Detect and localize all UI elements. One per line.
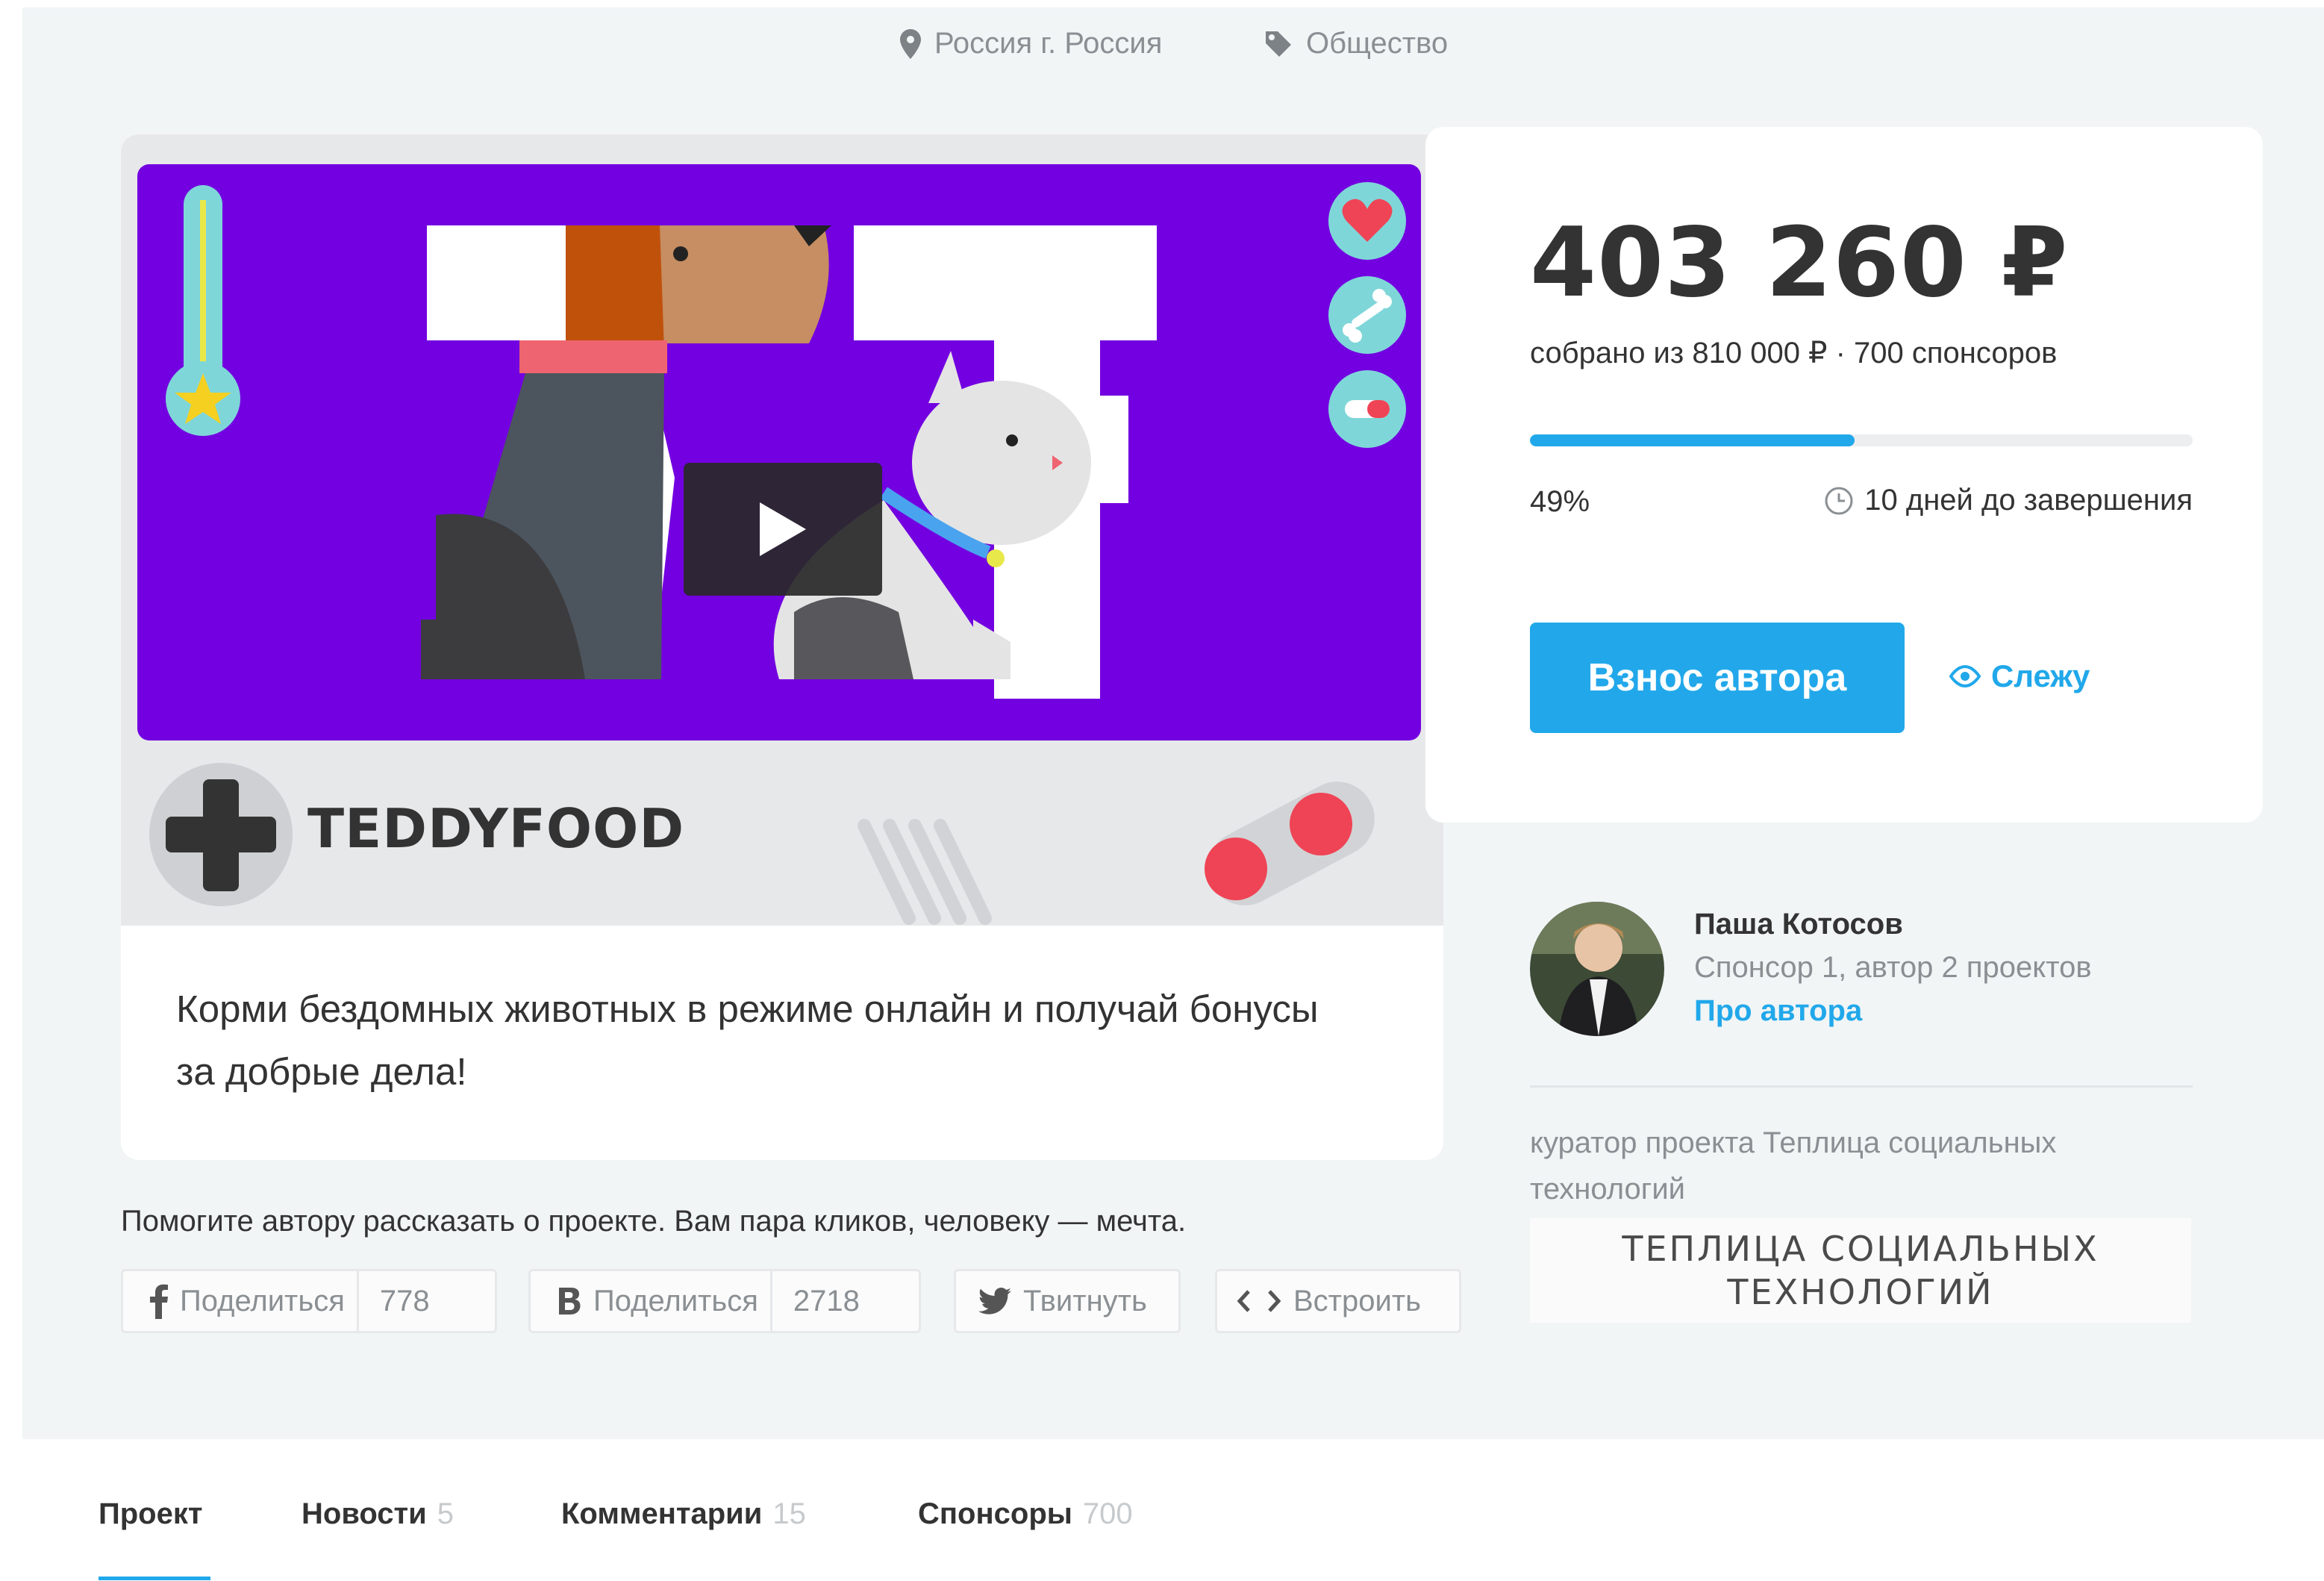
tab-label: Проект	[99, 1497, 203, 1530]
funding-progress-bar	[1530, 434, 2193, 446]
play-icon	[760, 502, 806, 556]
facebook-share-label: Поделиться	[180, 1284, 345, 1318]
play-button[interactable]	[684, 463, 882, 596]
vk-share-label: Поделиться	[593, 1284, 758, 1318]
project-description: Корми бездомных животных в режиме онлайн…	[176, 988, 1319, 1093]
funding-collected: собрано из 810 000 ₽ · 700 спонсоров	[1530, 337, 2058, 369]
vk-share-button[interactable]: Поделиться 2718	[528, 1269, 921, 1333]
project-cover: TEDDYFOOD	[121, 134, 1443, 926]
curator-logo[interactable]: ТЕПЛИЦА СОЦИАЛЬНЫХ ТЕХНОЛОГИЙ	[1530, 1218, 2191, 1323]
tab-news[interactable]: Новости 5	[302, 1497, 454, 1531]
project-header-area: Россия г. Россия Общество TEDDYFOOD Корм…	[22, 7, 2324, 1439]
video-illustration	[166, 182, 1406, 699]
active-tab-indicator	[99, 1577, 210, 1580]
map-pin-icon	[900, 28, 921, 59]
days-left-text: 10 дней до завершения	[1864, 484, 2193, 517]
tab-label: Комментарии	[561, 1497, 763, 1530]
author-meta: Спонсор 1, автор 2 проектов	[1694, 951, 2092, 984]
funding-card: 403 260 ₽ собрано из 810 000 ₽ · 700 спо…	[1425, 127, 2263, 823]
tab-count: 5	[437, 1497, 454, 1530]
vk-share-count: 2718	[769, 1271, 881, 1331]
tab-project[interactable]: Проект	[99, 1497, 202, 1531]
vk-icon	[557, 1286, 581, 1316]
tag-icon	[1266, 31, 1291, 57]
curator-logo-line2: ТЕХНОЛОГИЙ	[1727, 1272, 1994, 1312]
funding-progress-fill	[1530, 434, 1855, 446]
tab-comments[interactable]: Комментарии 15	[561, 1497, 806, 1531]
tab-count: 700	[1082, 1497, 1133, 1530]
about-author-link[interactable]: Про автора	[1694, 994, 1862, 1028]
category-text: Общество	[1306, 27, 1449, 60]
video-player[interactable]	[137, 164, 1421, 740]
twitter-share-label: Твитнуть	[1023, 1284, 1147, 1318]
facebook-icon	[150, 1283, 168, 1319]
project-meta: Россия г. Россия Общество	[22, 22, 2324, 67]
twitter-icon	[978, 1288, 1011, 1315]
tab-sponsors[interactable]: Спонсоры 700	[918, 1497, 1133, 1531]
curator-logo-line1: ТЕПЛИЦА СОЦИАЛЬНЫХ	[1622, 1229, 2099, 1269]
clock-icon	[1825, 487, 1853, 514]
divider	[1530, 1085, 2193, 1088]
category-meta[interactable]: Общество	[1264, 27, 1448, 60]
follow-button[interactable]: Слежу	[1948, 658, 2090, 694]
follow-label: Слежу	[1991, 658, 2090, 693]
twitter-share-button[interactable]: Твитнуть	[954, 1269, 1181, 1333]
avatar-photo	[1530, 902, 1664, 1036]
code-icon	[1237, 1288, 1281, 1314]
donate-button[interactable]: Взнос автора	[1530, 623, 1905, 733]
project-media-card: TEDDYFOOD Корми бездомных животных в реж…	[121, 134, 1443, 1160]
tab-label: Спонсоры	[918, 1497, 1072, 1530]
embed-button[interactable]: Встроить	[1215, 1269, 1461, 1333]
embed-label: Встроить	[1293, 1284, 1421, 1318]
funding-amount: 403 260 ₽	[1530, 208, 2069, 319]
facebook-share-count: 778	[356, 1271, 451, 1331]
funding-percent: 49%	[1530, 485, 1590, 518]
author-name[interactable]: Паша Котосов	[1694, 908, 1903, 941]
share-prompt: Помогите автору рассказать о проекте. Ва…	[121, 1205, 1187, 1238]
tab-count: 15	[772, 1497, 806, 1530]
location-text: Россия г. Россия	[934, 27, 1163, 60]
tab-label: Новости	[302, 1497, 427, 1530]
days-left: 10 дней до завершения	[1824, 484, 2193, 517]
curator-text: куратор проекта Теплица социальных техно…	[1530, 1126, 2057, 1206]
author-avatar[interactable]	[1530, 902, 1664, 1036]
facebook-share-button[interactable]: Поделиться 778	[121, 1269, 497, 1333]
eye-icon	[1949, 665, 1981, 687]
project-brand-logo: TEDDYFOOD	[307, 797, 685, 860]
location-meta[interactable]: Россия г. Россия	[900, 27, 1162, 60]
